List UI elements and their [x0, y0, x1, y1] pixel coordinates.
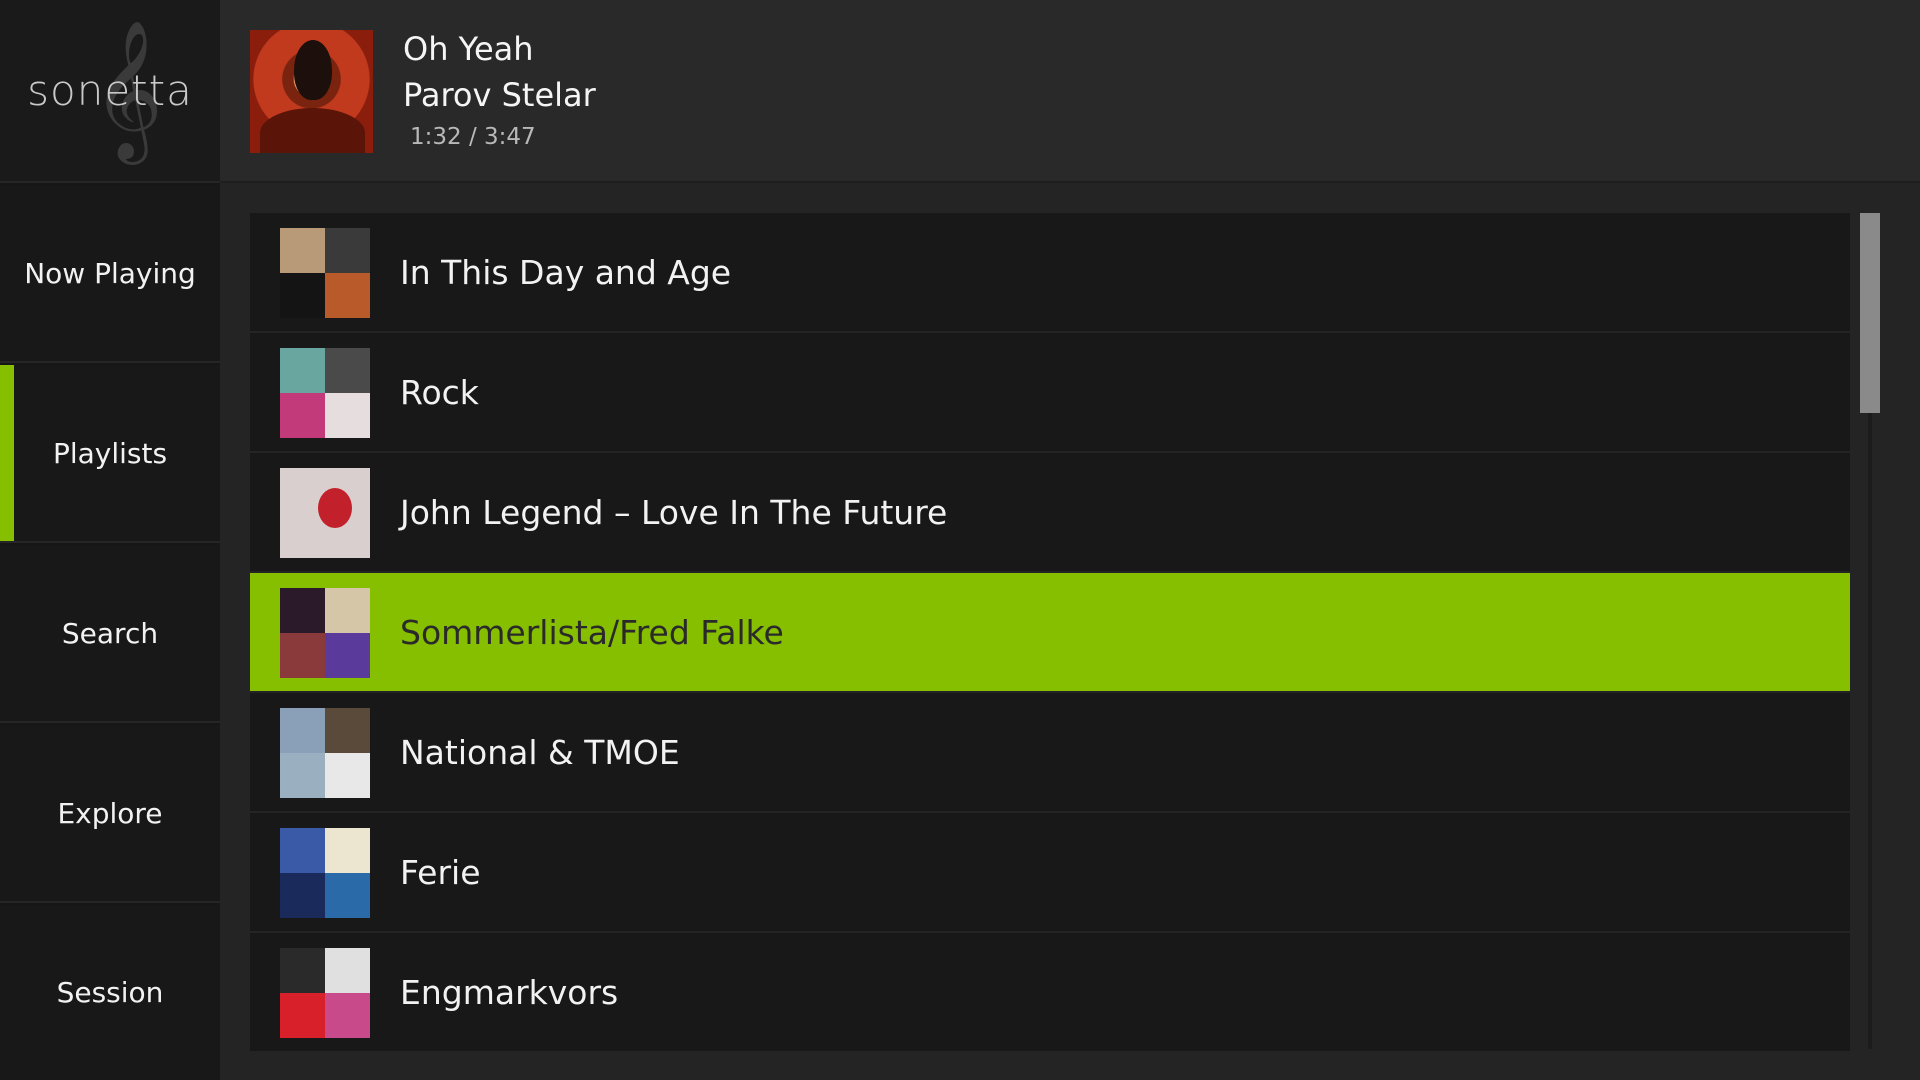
- playlist-name: Engmarkvors: [400, 972, 619, 1012]
- playlist-cover-icon: [280, 948, 370, 1038]
- playlist-name: Ferie: [400, 852, 481, 892]
- playlist-cover-icon: [280, 708, 370, 798]
- nav-search[interactable]: Search: [0, 545, 220, 723]
- nav-explore[interactable]: Explore: [0, 725, 220, 903]
- scrollbar-thumb[interactable]: [1860, 213, 1880, 413]
- playlist-cover-icon: [280, 588, 370, 678]
- playlist-cover-icon: [280, 228, 370, 318]
- playlist-row[interactable]: Engmarkvors: [250, 933, 1850, 1051]
- track-artist: Parov Stelar: [403, 76, 596, 114]
- playlist-row[interactable]: In This Day and Age: [250, 213, 1850, 331]
- playlist-name: National & TMOE: [400, 732, 680, 772]
- playlist-row[interactable]: Rock: [250, 333, 1850, 451]
- now-playing-bar[interactable]: Oh Yeah Parov Stelar 1:32 / 3:47: [220, 0, 1920, 183]
- playlist-name: Rock: [400, 372, 479, 412]
- playlist-row[interactable]: National & TMOE: [250, 693, 1850, 811]
- playlist-cover-icon: [280, 468, 370, 558]
- playlist-row[interactable]: Ferie: [250, 813, 1850, 931]
- playlist-name: In This Day and Age: [400, 252, 732, 292]
- track-title: Oh Yeah: [403, 30, 534, 68]
- playlist-list[interactable]: In This Day and Age Rock John Legend – Lov…: [250, 213, 1850, 1053]
- nav-label: Now Playing: [24, 256, 196, 290]
- nav-label: Session: [56, 976, 164, 1009]
- nav-label: Search: [61, 616, 159, 650]
- playlist-cover-icon: [280, 828, 370, 918]
- nav-session[interactable]: Session: [0, 905, 220, 1080]
- nav-playlists[interactable]: Playlists: [0, 365, 220, 543]
- album-cover-icon[interactable]: [250, 30, 373, 153]
- logo-text: sonetta: [27, 66, 193, 115]
- playlist-name: Sommerlista/Fred Falke: [400, 612, 784, 652]
- logo: 𝄞 sonetta: [0, 0, 220, 183]
- sidebar: 𝄞 sonetta Now Playing Playlists Search E…: [0, 0, 220, 1080]
- nav-label: Playlists: [52, 436, 168, 470]
- nav-now-playing[interactable]: Now Playing: [0, 185, 220, 363]
- playlist-row[interactable]: John Legend – Love In The Future: [250, 453, 1850, 571]
- track-time: 1:32 / 3:47: [410, 124, 536, 150]
- playlist-name: John Legend – Love In The Future: [400, 492, 948, 532]
- playlist-cover-icon: [280, 348, 370, 438]
- sonetta-app: 𝄞 sonetta Now Playing Playlists Search E…: [0, 0, 1920, 1080]
- playlist-row[interactable]: Sommerlista/Fred Falke: [250, 573, 1850, 691]
- nav-label: Explore: [57, 796, 163, 830]
